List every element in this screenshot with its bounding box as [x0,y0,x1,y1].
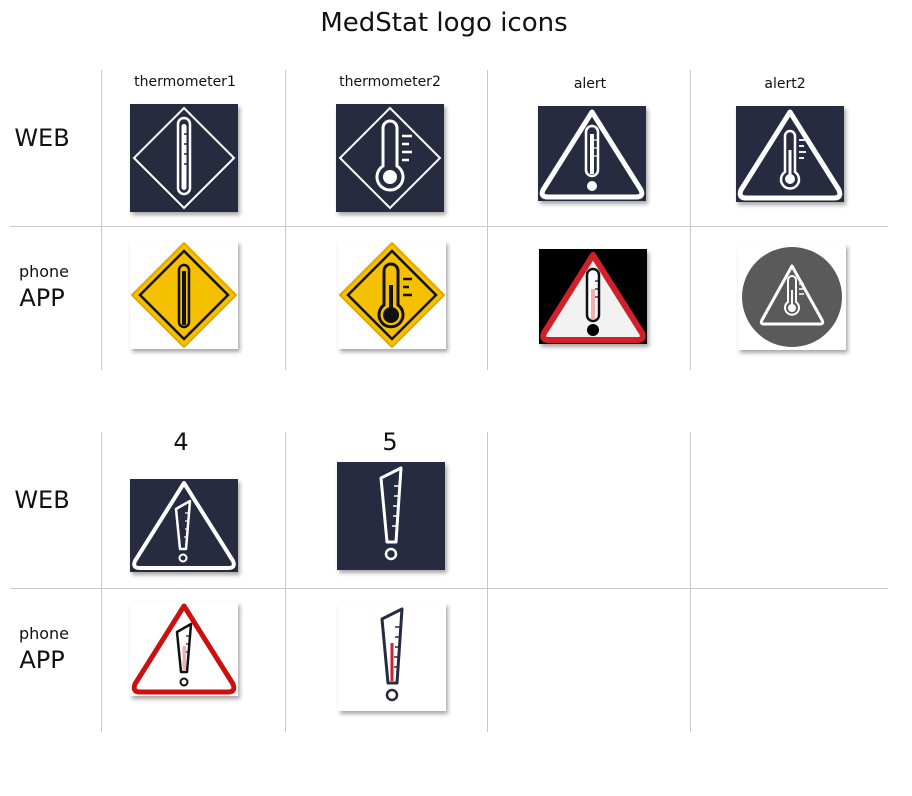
column-header-4: 4 [173,428,189,456]
alert-web-icon[interactable] [538,106,646,201]
column-header-alert2: alert2 [764,76,806,92]
alert2-web-icon[interactable] [736,106,844,202]
row-label-app: APP [19,646,65,674]
row-label-phone: phone [18,262,70,281]
divider [690,70,691,370]
divider [285,432,286,732]
column-header-alert: alert [573,76,607,92]
row-label-web: WEB [14,124,70,152]
icon-4-web-icon[interactable] [130,479,238,572]
alert-app-icon[interactable] [539,249,647,344]
divider [690,432,691,732]
divider [487,70,488,370]
divider [10,226,888,227]
divider [101,70,102,370]
divider [285,70,286,370]
row-label-app: APP [19,284,65,312]
thermometer2-app-icon[interactable] [338,241,446,349]
icon-4-app-icon[interactable] [130,602,238,696]
row-label-web: WEB [14,486,70,514]
column-header-5: 5 [382,428,398,456]
divider [487,432,488,732]
thermometer1-app-icon[interactable] [130,241,238,349]
thermometer2-web-icon[interactable] [336,104,444,212]
page-title: MedStat logo icons [320,8,568,38]
column-header-thermometer2: thermometer2 [339,74,441,90]
divider [101,432,102,732]
thermometer1-web-icon[interactable] [130,104,238,212]
divider [10,588,888,589]
row-label-phone: phone [18,624,70,643]
icon-5-app-icon[interactable] [338,603,446,711]
icon-5-web-icon[interactable] [337,462,445,570]
column-header-thermometer1: thermometer1 [134,74,236,90]
alert2-app-icon[interactable] [738,244,846,350]
